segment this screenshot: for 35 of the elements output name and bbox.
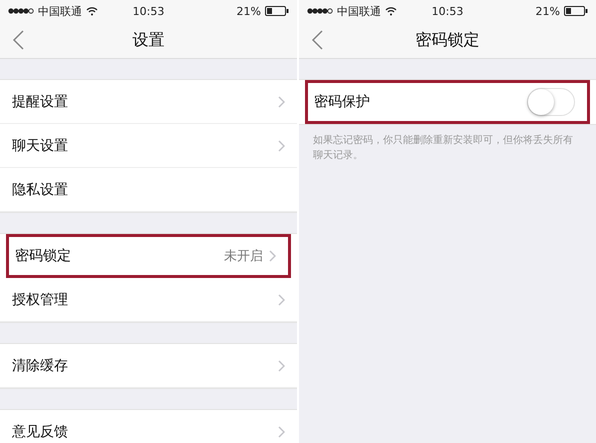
status-time: 10:53 [132,4,164,18]
settings-row[interactable]: 聊天设置 [0,124,297,168]
settings-row[interactable]: 提醒设置 [0,80,297,124]
battery-icon [264,6,289,16]
row-label: 密码锁定 [15,247,72,265]
row-label: 密码保护 [314,93,371,111]
nav-title: 密码锁定 [416,30,480,50]
wifi-icon [86,6,98,16]
signal-icon [307,8,333,14]
row-value: 未开启 [224,248,263,265]
row-label: 授权管理 [12,290,69,308]
settings-row[interactable]: 密码保护 [305,80,590,124]
row-label: 隐私设置 [12,180,69,198]
settings-row[interactable]: 清除缓存 [0,344,297,388]
row-label: 提醒设置 [12,92,69,110]
back-icon[interactable] [12,30,24,50]
battery-percent: 21% [536,4,560,18]
row-label: 聊天设置 [12,136,69,154]
toggle-switch[interactable] [527,88,575,116]
nav-title: 设置 [132,30,164,50]
carrier-name: 中国联通 [337,4,381,18]
row-label: 清除缓存 [12,356,69,374]
settings-row[interactable]: 授权管理 [0,278,297,322]
battery-percent: 21% [236,4,261,18]
wifi-icon [385,6,397,16]
signal-icon [8,8,34,14]
status-time: 10:53 [432,4,464,18]
row-label: 意见反馈 [12,422,69,440]
settings-row[interactable]: 密码锁定 未开启 [6,234,291,278]
back-icon[interactable] [311,30,323,50]
battery-icon [564,6,588,16]
settings-row[interactable]: 隐私设置 [0,168,297,212]
hint-text: 如果忘记密码，你只能删除重新安装即可，但你将丢失所有聊天记录。 [313,134,574,163]
settings-row[interactable]: 意见反馈 [0,410,297,443]
carrier-name: 中国联通 [38,4,82,18]
